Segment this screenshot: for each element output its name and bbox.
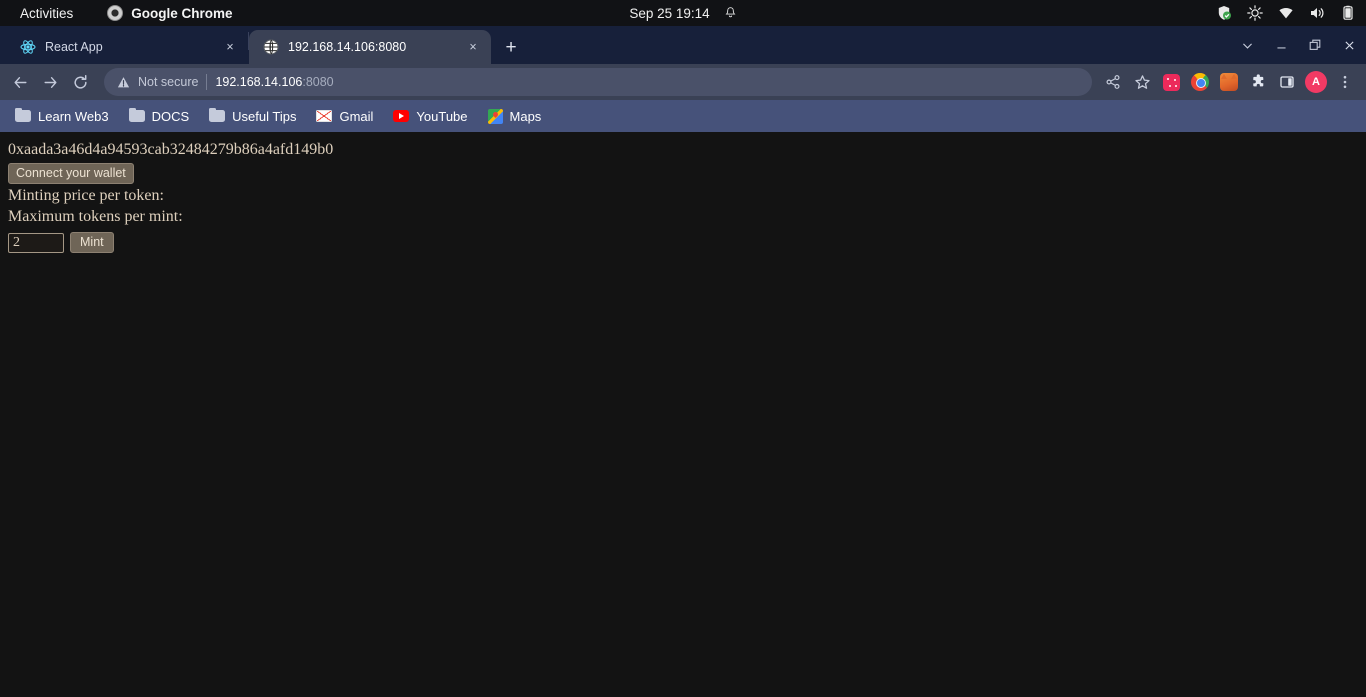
browser-toolbar: Not secure 192.168.14.106:8080 A — [0, 64, 1366, 100]
battery-icon — [1343, 5, 1353, 20]
maps-icon — [487, 108, 503, 124]
minting-price-label: Minting price per token: — [8, 187, 164, 204]
avatar-initial: A — [1305, 71, 1327, 93]
bookmark-label: Useful Tips — [232, 108, 297, 124]
browser-tab-active-page[interactable]: 192.168.14.106:8080 × — [249, 30, 491, 64]
tab-title: React App — [45, 40, 103, 54]
url-host: 192.168.14.106 — [215, 75, 303, 89]
warning-triangle-icon — [117, 76, 130, 87]
quantity-input[interactable] — [8, 232, 64, 253]
bell-icon — [725, 7, 736, 18]
browser-tab-react-app[interactable]: React App × — [6, 30, 248, 64]
tab-title: 192.168.14.106:8080 — [288, 40, 407, 54]
shield-icon — [1218, 6, 1231, 20]
connect-wallet-button[interactable]: Connect your wallet — [8, 163, 134, 184]
address-bar[interactable]: Not secure 192.168.14.106:8080 — [104, 68, 1092, 96]
system-tray[interactable] — [1216, 0, 1356, 26]
omnibox-divider — [206, 74, 208, 90]
bookmark-label: Maps — [509, 108, 542, 124]
page-viewport: 0xaada3a46d4a94593cab32484279b86a4afd149… — [0, 132, 1366, 697]
tab-close-button[interactable]: × — [465, 39, 481, 55]
browser-tab-strip: React App × 192.168.14.106:8080 × + — [0, 26, 1366, 64]
mint-button[interactable]: Mint — [70, 232, 114, 253]
folder-icon — [209, 107, 226, 122]
folder-icon — [15, 107, 31, 122]
forward-button[interactable] — [36, 68, 64, 96]
window-controls — [1230, 26, 1366, 64]
active-app-indicator[interactable]: Google Chrome — [107, 5, 233, 21]
wallet-address: 0xaada3a46d4a94593cab32484279b86a4afd149… — [8, 141, 334, 158]
bookmark-gmail[interactable]: Gmail — [307, 105, 382, 128]
new-tab-button[interactable]: + — [497, 33, 525, 61]
bookmark-docs[interactable]: DOCS — [120, 105, 199, 128]
minting-price-row: Minting price per token: — [8, 187, 1358, 205]
avatar[interactable]: A — [1303, 69, 1329, 95]
metamask-fox-icon[interactable] — [1216, 69, 1242, 95]
pinned-extension-icon[interactable] — [1158, 69, 1184, 95]
bookmark-label: Learn Web3 — [38, 108, 109, 124]
url-text: 192.168.14.106:8080 — [215, 75, 333, 89]
toolbar-actions: A — [1100, 69, 1358, 95]
security-status-label: Not secure — [138, 75, 199, 89]
mint-controls: Mint — [8, 232, 1358, 253]
bookmark-label: Gmail — [339, 108, 374, 124]
chrome-menu-button[interactable] — [1332, 69, 1358, 95]
globe-icon — [263, 39, 279, 55]
close-window-button[interactable] — [1332, 26, 1366, 64]
bookmark-label: DOCS — [151, 108, 190, 124]
minimize-button[interactable] — [1264, 26, 1298, 64]
chrome-extension-icon[interactable] — [1187, 69, 1213, 95]
bookmark-useful-tips[interactable]: Useful Tips — [200, 105, 305, 128]
star-icon[interactable] — [1129, 69, 1155, 95]
tab-close-button[interactable]: × — [222, 39, 238, 55]
bookmark-maps[interactable]: Maps — [479, 105, 551, 128]
max-tokens-row: Maximum tokens per mint: — [8, 208, 1358, 226]
youtube-icon — [393, 110, 410, 122]
tab-search-button[interactable] — [1230, 26, 1264, 64]
bookmark-youtube[interactable]: YouTube — [384, 105, 476, 128]
reload-button[interactable] — [66, 68, 94, 96]
chrome-icon — [107, 5, 124, 21]
maximize-button[interactable] — [1298, 26, 1332, 64]
side-panel-icon[interactable] — [1274, 69, 1300, 95]
activities-button[interactable]: Activities — [10, 4, 83, 23]
desktop-top-bar: Activities Google Chrome Sep 25 19:14 — [0, 0, 1366, 26]
bookmark-learn-web3[interactable]: Learn Web3 — [6, 105, 118, 128]
url-port: :8080 — [302, 75, 334, 89]
bookmarks-bar: Learn Web3 DOCS Useful Tips Gmail YouTub… — [0, 100, 1366, 132]
active-app-label: Google Chrome — [131, 5, 233, 21]
puzzle-extensions-icon[interactable] — [1245, 69, 1271, 95]
max-tokens-label: Maximum tokens per mint: — [8, 208, 183, 225]
back-button[interactable] — [6, 68, 34, 96]
volume-icon — [1311, 8, 1324, 18]
gmail-icon — [316, 110, 333, 122]
clock-label: Sep 25 19:14 — [629, 5, 710, 21]
security-status[interactable]: Not secure — [116, 75, 198, 90]
share-icon[interactable] — [1100, 69, 1126, 95]
bookmark-label: YouTube — [416, 108, 468, 124]
brightness-icon — [1247, 5, 1263, 21]
wifi-icon — [1279, 7, 1293, 19]
react-icon — [20, 40, 36, 54]
folder-icon — [128, 107, 145, 122]
